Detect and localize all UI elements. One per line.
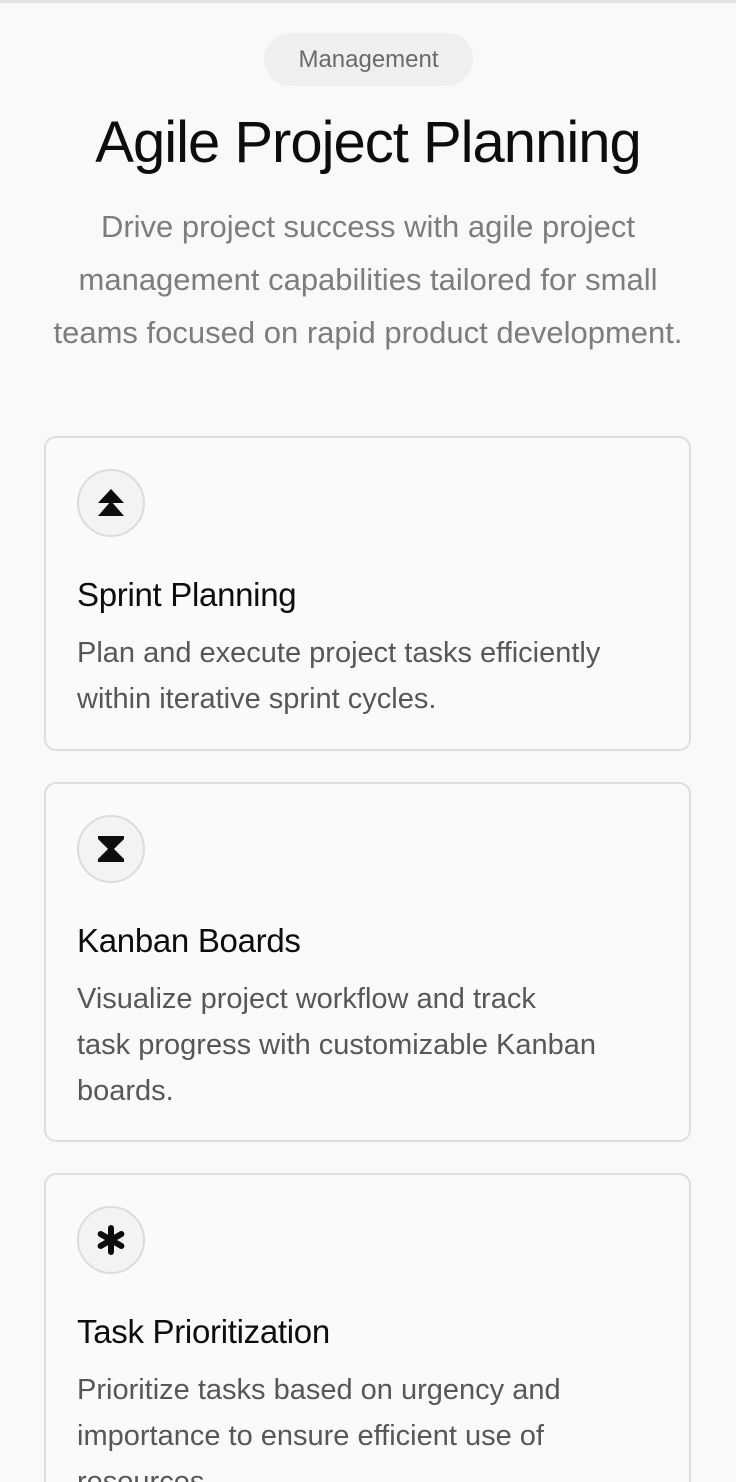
section-badge: Management [264, 33, 473, 86]
feature-title: Task Prioritization [77, 1313, 330, 1350]
feature-title: Kanban Boards [77, 922, 301, 959]
feature-description: Plan and execute project tasks efficient… [77, 637, 601, 715]
double-chevron-up-icon [98, 489, 124, 516]
feature-title: Sprint Planning [77, 576, 297, 613]
page: Management Agile Project Planning Drive … [0, 0, 736, 1482]
top-divider [0, 0, 736, 3]
feature-icon-badge [77, 1206, 145, 1274]
feature-card-sprint-planning: Sprint Planning Plan and execute project… [44, 436, 691, 751]
feature-card-task-prioritization: Task Prioritization Prioritize tasks bas… [44, 1173, 691, 1482]
page-title: Agile Project Planning [95, 110, 641, 175]
page-subtitle: Drive project success with agile project… [53, 209, 683, 350]
feature-icon-badge [77, 469, 145, 537]
feature-icon-badge [77, 815, 145, 883]
feature-description: Visualize project workflow and track tas… [77, 983, 597, 1107]
feature-description: Prioritize tasks based on urgency and im… [77, 1374, 561, 1482]
feature-card-kanban-boards: Kanban Boards Visualize project workflow… [44, 782, 691, 1142]
asterisk-icon [97, 1225, 125, 1255]
hourglass-icon [98, 836, 124, 862]
